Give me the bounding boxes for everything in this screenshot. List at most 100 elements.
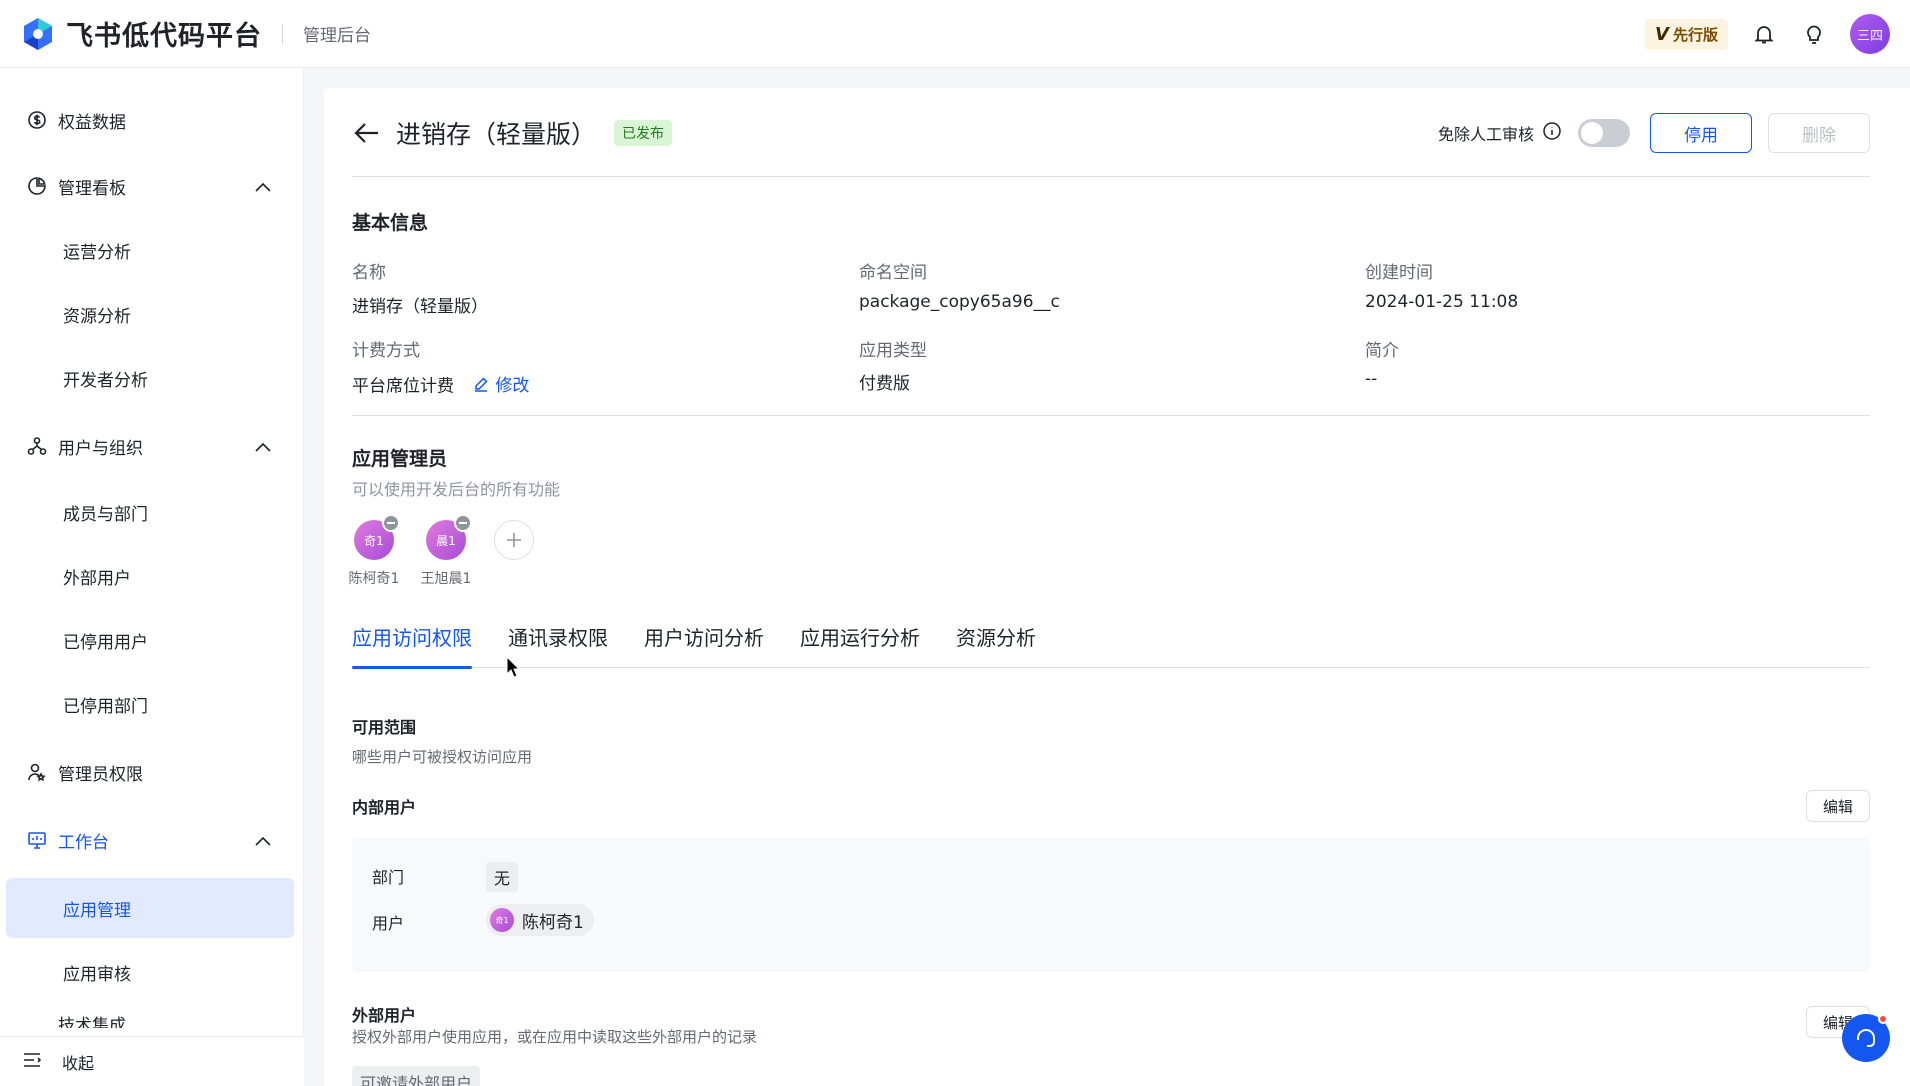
- info-icon[interactable]: [1542, 121, 1562, 145]
- sidebar-item-label: 外部用户: [63, 568, 131, 589]
- monitor-icon: [26, 829, 48, 851]
- vip-badge[interactable]: V 先行版: [1645, 18, 1728, 50]
- chevron-up-icon[interactable]: [254, 438, 272, 458]
- avatar: 奇1: [490, 908, 514, 932]
- brand-separator: [282, 23, 283, 44]
- sidebar-item-resource-analysis[interactable]: 资源分析: [6, 284, 294, 344]
- sidebar-item-app-review[interactable]: 应用审核: [6, 942, 294, 1002]
- feishu-logo-icon[interactable]: [20, 16, 56, 52]
- sidebar-item-label: 工作台: [58, 832, 109, 853]
- app-type-value: 付费版: [859, 374, 910, 394]
- scope-title: 可用范围: [352, 718, 417, 737]
- bell-icon[interactable]: [1750, 20, 1778, 48]
- brand-title[interactable]: 飞书低代码平台: [66, 14, 262, 53]
- brand-subtitle: 管理后台: [303, 26, 371, 46]
- avatar: 晨1: [426, 514, 472, 560]
- admins-desc: 可以使用开发后台的所有功能: [352, 480, 561, 499]
- sidebar-item-operation-analysis[interactable]: 运营分析: [6, 220, 294, 280]
- lightbulb-icon[interactable]: [1800, 20, 1828, 48]
- sidebar-item-label: 技术集成: [58, 1016, 126, 1028]
- external-users-title: 外部用户: [352, 1006, 417, 1025]
- sidebar-item-label: 资源分析: [63, 306, 131, 327]
- remove-admin-icon[interactable]: [454, 514, 472, 532]
- edit-billing-label: 修改: [495, 376, 530, 396]
- sidebar-item-label: 管理看板: [58, 178, 126, 199]
- help-button[interactable]: [1842, 1014, 1890, 1062]
- sidebar-collapse-button[interactable]: 收起: [0, 1036, 304, 1086]
- remove-admin-icon[interactable]: [382, 514, 400, 532]
- edit-billing-link[interactable]: 修改: [473, 371, 529, 396]
- sidebar-item-label: 应用审核: [63, 964, 131, 985]
- dept-tag: 无: [486, 862, 519, 892]
- pencil-icon: [475, 376, 488, 392]
- admin-name: 王旭晨1: [420, 571, 472, 587]
- tab-contacts-permission[interactable]: 通讯录权限: [508, 622, 608, 668]
- dollar-icon: [26, 109, 48, 131]
- tab-app-access[interactable]: 应用访问权限: [352, 622, 472, 669]
- sidebar-item-label: 已停用用户: [63, 632, 148, 653]
- admin-name: 陈柯奇1: [348, 571, 400, 587]
- sidebar-item-admin-permissions[interactable]: 管理员权限: [6, 742, 294, 802]
- sidebar-item-label: 权益数据: [58, 112, 126, 133]
- name-label: 名称: [352, 263, 386, 283]
- sidebar-item-users-org[interactable]: 用户与组织: [6, 416, 294, 476]
- app-header: 进销存（轻量版） 已发布 免除人工审核 停用 删除: [352, 110, 1870, 156]
- avatar-initials: 晨1: [436, 533, 456, 548]
- plus-icon: [507, 533, 521, 547]
- invite-external-tag: 可邀请外部用户: [352, 1066, 481, 1086]
- vip-label: 先行版: [1672, 25, 1718, 44]
- sidebar-item-members[interactable]: 成员与部门: [6, 482, 294, 542]
- admin-chip[interactable]: 奇1 陈柯奇1: [342, 514, 406, 588]
- dept-label: 部门: [372, 868, 405, 887]
- sidebar-item-developer-analysis[interactable]: 开发者分析: [6, 348, 294, 408]
- sidebar-item-external-users[interactable]: 外部用户: [6, 546, 294, 606]
- intro-value: --: [1365, 369, 1378, 389]
- name-value: 进销存（轻量版）: [352, 297, 488, 317]
- chevron-up-icon[interactable]: [254, 178, 272, 198]
- intro-label: 简介: [1365, 341, 1399, 361]
- sidebar-item-label: 开发者分析: [63, 370, 148, 391]
- sidebar-item-disabled-depts[interactable]: 已停用部门: [6, 674, 294, 734]
- page-title: 进销存（轻量版）: [396, 120, 597, 149]
- internal-users-title: 内部用户: [352, 798, 417, 817]
- tab-user-access-analysis[interactable]: 用户访问分析: [644, 622, 764, 668]
- admin-chip[interactable]: 晨1 王旭晨1: [414, 514, 478, 588]
- user-tag-name: 陈柯奇1: [522, 912, 584, 933]
- user-label: 用户: [372, 914, 405, 933]
- sidebar-item-workbench[interactable]: 工作台: [6, 810, 294, 870]
- tab-app-run-analysis[interactable]: 应用运行分析: [800, 622, 920, 668]
- sidebar-item-label: 成员与部门: [63, 504, 148, 525]
- user-avatar[interactable]: 三四: [1850, 14, 1890, 54]
- edit-internal-button[interactable]: 编辑: [1806, 790, 1870, 822]
- app-type-label: 应用类型: [859, 341, 927, 361]
- tab-resource-analysis[interactable]: 资源分析: [956, 622, 1036, 668]
- admin-icon: [26, 761, 48, 783]
- basic-divider: [352, 415, 1870, 416]
- sidebar-item-dashboard[interactable]: 管理看板: [6, 156, 294, 216]
- sidebar-item-disabled-users[interactable]: 已停用用户: [6, 610, 294, 670]
- back-arrow-icon[interactable]: [352, 118, 382, 148]
- billing-row: 平台席位计费 修改: [352, 371, 529, 397]
- admins-title: 应用管理员: [352, 448, 448, 470]
- status-badge: 已发布: [614, 120, 673, 146]
- sidebar-item-label: 已停用部门: [63, 696, 148, 717]
- delete-button[interactable]: 删除: [1768, 113, 1870, 153]
- add-admin-button[interactable]: [494, 520, 534, 560]
- billing-value: 平台席位计费: [352, 376, 454, 397]
- sidebar-item-benefits[interactable]: 权益数据: [6, 90, 294, 150]
- external-users-desc: 授权外部用户使用应用，或在应用中读取这些外部用户的记录: [352, 1028, 758, 1046]
- header-divider: [352, 176, 1870, 177]
- sidebar-item-app-management[interactable]: 应用管理: [6, 878, 294, 938]
- sidebar-item-tech-integration[interactable]: 技术集成: [6, 1008, 294, 1028]
- chevron-up-icon[interactable]: [254, 832, 272, 852]
- main-panel: 进销存（轻量版） 已发布 免除人工审核 停用 删除 基本信息 名称 进销存（轻量…: [324, 88, 1910, 1086]
- notification-dot: [1878, 1014, 1888, 1024]
- skip-review-toggle[interactable]: [1578, 119, 1630, 147]
- disable-button[interactable]: 停用: [1650, 113, 1752, 153]
- sidebar-item-label: 用户与组织: [58, 438, 143, 459]
- avatar: 奇1: [354, 514, 400, 560]
- org-icon: [26, 435, 48, 457]
- pie-chart-icon: [26, 175, 48, 197]
- headset-icon: [1857, 1029, 1875, 1047]
- billing-label: 计费方式: [352, 341, 420, 361]
